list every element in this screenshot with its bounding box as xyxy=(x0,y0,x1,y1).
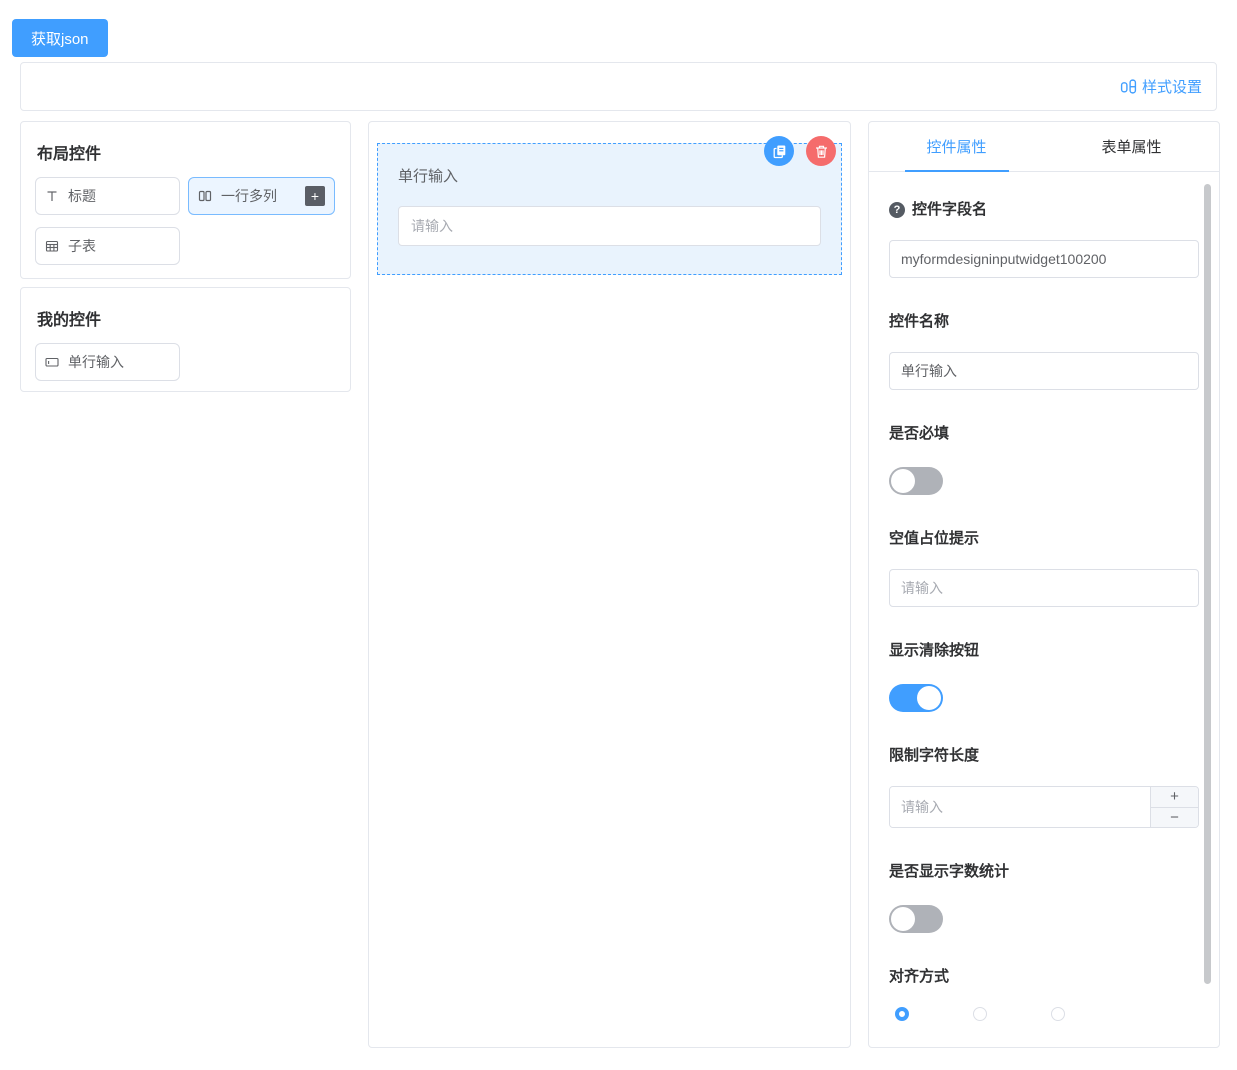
align-label: 对齐方式 xyxy=(889,967,1199,987)
style-settings-icon xyxy=(1120,78,1137,95)
layout-widgets-panel: 布局控件 标题 一行多列 + xyxy=(20,121,351,279)
widget-item-subtable[interactable]: 子表 xyxy=(35,227,180,265)
widget-item-multicolumn[interactable]: 一行多列 + xyxy=(188,177,335,215)
top-toolbar: 样式设置 xyxy=(20,62,1217,111)
canvas-widget-input-wrap xyxy=(398,206,821,246)
clearable-label: 显示清除按钮 xyxy=(889,641,1199,661)
max-length-number-input: + − xyxy=(889,786,1199,828)
layout-widget-list: 标题 一行多列 + 子表 xyxy=(21,177,350,265)
widget-item-label: 一行多列 xyxy=(221,186,277,206)
help-icon[interactable]: ? xyxy=(889,202,905,218)
widget-name-label: 控件名称 xyxy=(889,312,1199,332)
align-radio-left[interactable] xyxy=(895,1007,909,1021)
copy-icon xyxy=(772,144,787,159)
properties-body: ? 控件字段名 控件名称 是否必填 空值占位提示 显示清除按钮 限制字符长度 +… xyxy=(869,200,1219,1021)
widget-item-single-input[interactable]: 单行输入 xyxy=(35,343,180,381)
align-radio-center[interactable] xyxy=(973,1007,987,1021)
stepper-increase-button[interactable]: + xyxy=(1151,787,1198,808)
title-icon xyxy=(45,189,59,203)
style-settings-link[interactable]: 样式设置 xyxy=(1120,76,1202,97)
delete-widget-button[interactable] xyxy=(806,136,836,166)
widget-item-label: 单行输入 xyxy=(68,352,124,372)
properties-panel: 控件属性 表单属性 ? 控件字段名 控件名称 是否必填 空值占位提示 显示清除按… xyxy=(868,121,1220,1048)
max-length-input[interactable] xyxy=(890,787,1150,827)
properties-tabs: 控件属性 表单属性 xyxy=(869,122,1219,172)
tab-widget-properties[interactable]: 控件属性 xyxy=(869,122,1044,171)
stepper-decrease-button[interactable]: − xyxy=(1151,808,1198,828)
placeholder-label: 空值占位提示 xyxy=(889,529,1199,549)
my-widgets-panel: 我的控件 单行输入 xyxy=(20,287,351,392)
max-length-label: 限制字符长度 xyxy=(889,746,1199,766)
input-box-icon xyxy=(45,355,59,369)
widget-item-title[interactable]: 标题 xyxy=(35,177,180,215)
field-name-label: 控件字段名 xyxy=(912,200,987,220)
required-label: 是否必填 xyxy=(889,424,1199,444)
align-radio-group xyxy=(889,1007,1199,1021)
clearable-toggle[interactable] xyxy=(889,684,943,712)
word-count-toggle[interactable] xyxy=(889,905,943,933)
add-column-button[interactable]: + xyxy=(305,186,325,206)
canvas-widget-input[interactable] xyxy=(398,206,821,246)
placeholder-input[interactable] xyxy=(889,569,1199,607)
columns-icon xyxy=(198,189,212,203)
style-settings-label: 样式设置 xyxy=(1142,76,1202,97)
widget-actions xyxy=(764,136,836,166)
table-icon xyxy=(45,239,59,253)
my-widget-list: 单行输入 xyxy=(21,343,350,381)
toggle-knob xyxy=(891,469,915,493)
copy-widget-button[interactable] xyxy=(764,136,794,166)
toggle-knob xyxy=(917,686,941,710)
number-stepper: + − xyxy=(1150,787,1198,827)
required-toggle[interactable] xyxy=(889,467,943,495)
my-panel-title: 我的控件 xyxy=(37,306,334,330)
toggle-knob xyxy=(891,907,915,931)
word-count-label: 是否显示字数统计 xyxy=(889,862,1199,882)
selected-widget[interactable]: 单行输入 xyxy=(377,143,842,275)
tab-form-properties[interactable]: 表单属性 xyxy=(1044,122,1219,171)
widget-item-label: 标题 xyxy=(68,186,96,206)
get-json-button[interactable]: 获取json xyxy=(12,19,108,57)
properties-scrollbar[interactable] xyxy=(1204,184,1211,984)
align-radio-right[interactable] xyxy=(1051,1007,1065,1021)
form-canvas[interactable]: 单行输入 xyxy=(368,121,851,1048)
field-name-label-row: ? 控件字段名 xyxy=(889,200,1199,220)
layout-panel-title: 布局控件 xyxy=(37,140,334,164)
widget-item-label: 子表 xyxy=(68,236,96,256)
widget-name-input[interactable] xyxy=(889,352,1199,390)
trash-icon xyxy=(814,144,829,159)
field-name-input[interactable] xyxy=(889,240,1199,278)
